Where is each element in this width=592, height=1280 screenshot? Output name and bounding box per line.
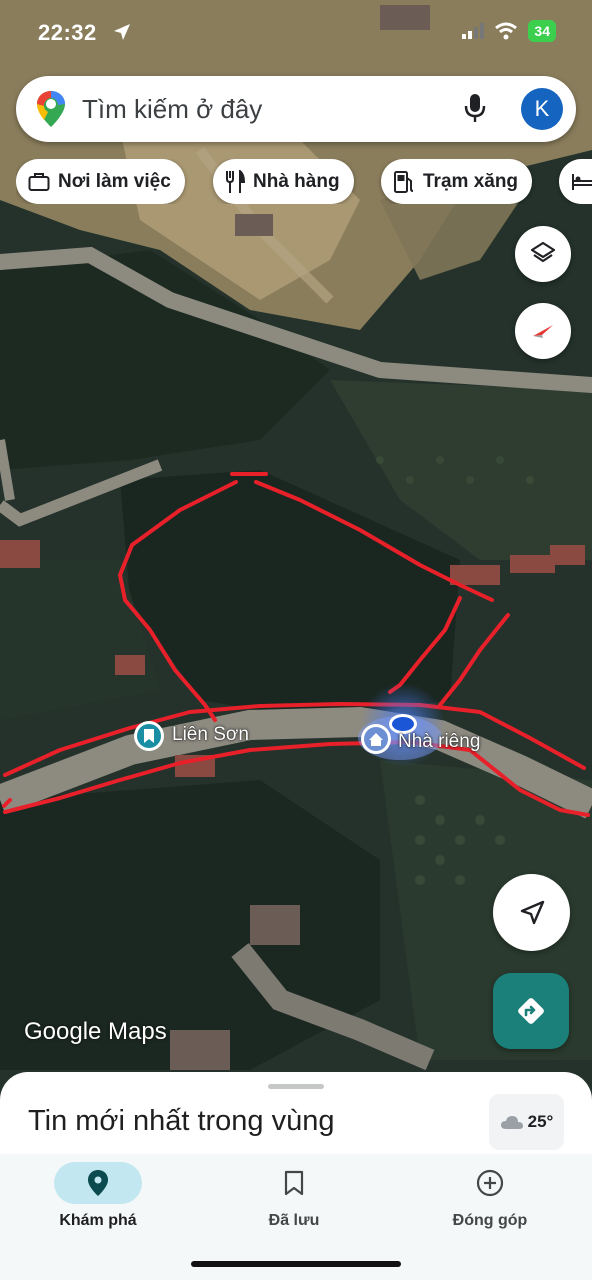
navigation-arrow-icon	[520, 900, 544, 924]
map-label-home[interactable]: Nhà riêng	[398, 731, 480, 753]
bookmark-pin-icon	[134, 721, 164, 751]
directions-button[interactable]	[493, 973, 569, 1049]
home-pin-icon	[361, 724, 391, 754]
restaurant-icon	[225, 169, 245, 194]
hotel-icon	[571, 172, 592, 192]
chip-hotel[interactable]	[559, 159, 592, 204]
cloud-icon	[500, 1116, 523, 1129]
account-avatar[interactable]: K	[521, 88, 563, 130]
weather-temperature: 25°	[527, 1112, 554, 1131]
my-location-button[interactable]	[493, 874, 570, 951]
microphone-icon[interactable]	[464, 92, 486, 124]
sheet-title: Tin mới nhất trong vùng	[28, 1105, 335, 1137]
place-marker-lien-son[interactable]	[133, 720, 165, 757]
chip-restaurant[interactable]: Nhà hàng	[213, 159, 354, 204]
status-bar: 22:32 34	[0, 0, 592, 64]
nav-explore[interactable]: Khám phá	[0, 1154, 196, 1254]
layers-icon	[530, 241, 556, 263]
chip-workplace[interactable]: Nơi làm việc	[16, 159, 185, 204]
location-pin-icon	[88, 1170, 108, 1196]
nav-saved-label: Đã lưu	[268, 1212, 320, 1229]
google-maps-attribution: Google Maps	[24, 1018, 167, 1045]
nav-contribute-pill	[446, 1162, 534, 1204]
search-bar[interactable]: Tìm kiếm ở đây K	[16, 76, 576, 142]
gas-station-icon	[393, 170, 415, 194]
weather-chip[interactable]: 25°	[489, 1094, 564, 1150]
chip-label: Nơi làm việc	[58, 170, 171, 192]
nav-explore-label: Khám phá	[59, 1212, 137, 1229]
location-arrow-icon	[114, 24, 130, 40]
nav-contribute[interactable]: Đóng góp	[392, 1154, 588, 1254]
bottom-sheet[interactable]: Tin mới nhất trong vùng 25°	[0, 1072, 592, 1162]
category-chips: Nơi làm việc Nhà hàng Trạm xăng	[16, 159, 592, 204]
bookmark-icon	[284, 1170, 304, 1196]
cellular-signal-icon	[462, 23, 485, 39]
sheet-drag-handle[interactable]	[268, 1084, 324, 1089]
search-input[interactable]: Tìm kiếm ở đây	[82, 94, 262, 125]
wifi-icon	[495, 22, 518, 40]
directions-icon	[518, 998, 544, 1024]
compass-button[interactable]	[515, 303, 571, 359]
map-label-lien-son[interactable]: Liên Sơn	[172, 724, 249, 746]
nav-saved[interactable]: Đã lưu	[196, 1154, 392, 1254]
status-time: 22:32	[38, 20, 97, 45]
briefcase-icon	[28, 172, 50, 192]
place-marker-home[interactable]	[360, 723, 392, 760]
home-indicator[interactable]	[191, 1261, 401, 1267]
nav-explore-pill	[54, 1162, 142, 1204]
google-maps-pin-icon	[37, 91, 65, 127]
battery-indicator: 34	[528, 20, 556, 42]
layers-button[interactable]	[515, 226, 571, 282]
add-circle-icon	[476, 1169, 504, 1197]
chip-gas-station[interactable]: Trạm xăng	[381, 159, 533, 204]
nav-saved-pill	[250, 1162, 338, 1204]
nav-contribute-label: Đóng góp	[452, 1212, 528, 1229]
chip-label: Nhà hàng	[253, 170, 340, 192]
chip-label: Trạm xăng	[423, 170, 519, 192]
compass-icon	[533, 325, 553, 338]
